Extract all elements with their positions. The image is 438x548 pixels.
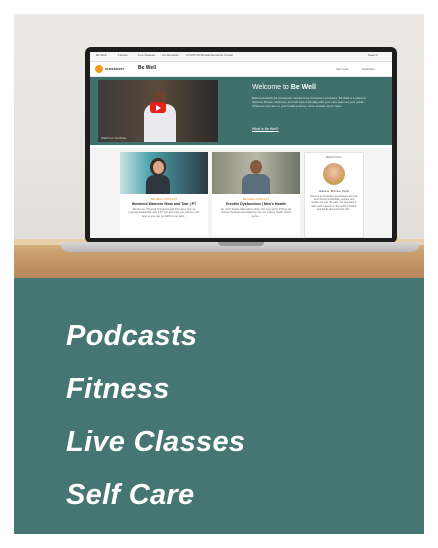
hero-link: What is Be Well? (252, 127, 279, 131)
site-brand-bar: crossover Be Well Self Care Podcasts (90, 62, 392, 77)
provider-card: BEHAVIORAL Diana H. Broome, PsyD Diana i… (304, 152, 364, 238)
card-image (120, 152, 208, 194)
card-kicker: BE WELL PODCAST (150, 197, 178, 201)
card-image (212, 152, 300, 194)
hero-title-prefix: Welcome to (252, 84, 291, 91)
card-title: Weekend Warriors Wear and Tear | PT (131, 202, 197, 206)
provider-name: Diana H. Broome, PsyD (319, 189, 349, 193)
person-face (153, 161, 164, 174)
hero-title-bold: Be Well (290, 84, 316, 91)
feature-self-care: Self Care (66, 479, 195, 511)
hero-video: Watch on YouTube (98, 80, 218, 142)
site-top-nav: Be Well Fitness Live Classes On-Demand C… (90, 52, 392, 62)
hero-text: Built exclusively for Crossover members … (252, 96, 366, 108)
card-title: Erectile Dysfunction | Men's Health (226, 202, 286, 206)
brand-title: Be Well (138, 65, 156, 71)
laptop-screen: Be Well Fitness Live Classes On-Demand C… (85, 47, 397, 243)
topnav-item: COVID-19 Mental Resource Center (186, 53, 234, 57)
hero-section: Watch on YouTube Welcome to Be Well Buil… (90, 77, 392, 145)
person-face (250, 160, 262, 174)
brand-link: Self Care (336, 67, 349, 71)
feature-live-classes: Live Classes (66, 426, 246, 458)
card-desc: Nicole Lee, Physical Therapist Lead disc… (128, 208, 200, 218)
provider-kicker: BEHAVIORAL (325, 156, 343, 159)
topnav-item: Be Well (96, 53, 107, 57)
topnav-item: Live Classes (138, 53, 156, 57)
person-shirt (242, 174, 270, 194)
laptop-notch (218, 242, 264, 246)
podcast-card: BE WELL PODCAST Weekend Warriors Wear an… (120, 152, 208, 236)
website-screenshot: Be Well Fitness Live Classes On-Demand C… (90, 52, 392, 238)
feature-podcasts: Podcasts (66, 320, 198, 352)
laptop-photo: Be Well Fitness Live Classes On-Demand C… (14, 14, 424, 278)
person-shirt (146, 175, 170, 194)
logo-text: crossover (105, 66, 125, 71)
play-icon (150, 102, 166, 113)
feature-fitness: Fitness (66, 373, 170, 405)
topnav-search: Search (368, 53, 378, 57)
brand-link: Podcasts (362, 67, 375, 71)
provider-bio: Diana is an integrative psychologist who… (310, 195, 358, 211)
topnav-item: Fitness (118, 53, 128, 57)
features-panel: Podcasts Fitness Live Classes Self Care (14, 278, 424, 534)
hero-title: Welcome to Be Well (252, 84, 316, 91)
video-caption: Watch on YouTube (101, 136, 127, 140)
provider-avatar (323, 163, 345, 185)
card-desc: Dr. John Sisters talks about what most m… (220, 208, 292, 218)
promo-frame: Be Well Fitness Live Classes On-Demand C… (0, 0, 438, 548)
topnav-item: On-Demand (162, 53, 179, 57)
cards-section: BE WELL PODCAST Weekend Warriors Wear an… (90, 148, 392, 238)
crossover-logo-icon (95, 65, 103, 73)
card-kicker: BE WELL PODCAST (242, 197, 270, 201)
podcast-card: BE WELL PODCAST Erectile Dysfunction | M… (212, 152, 300, 236)
